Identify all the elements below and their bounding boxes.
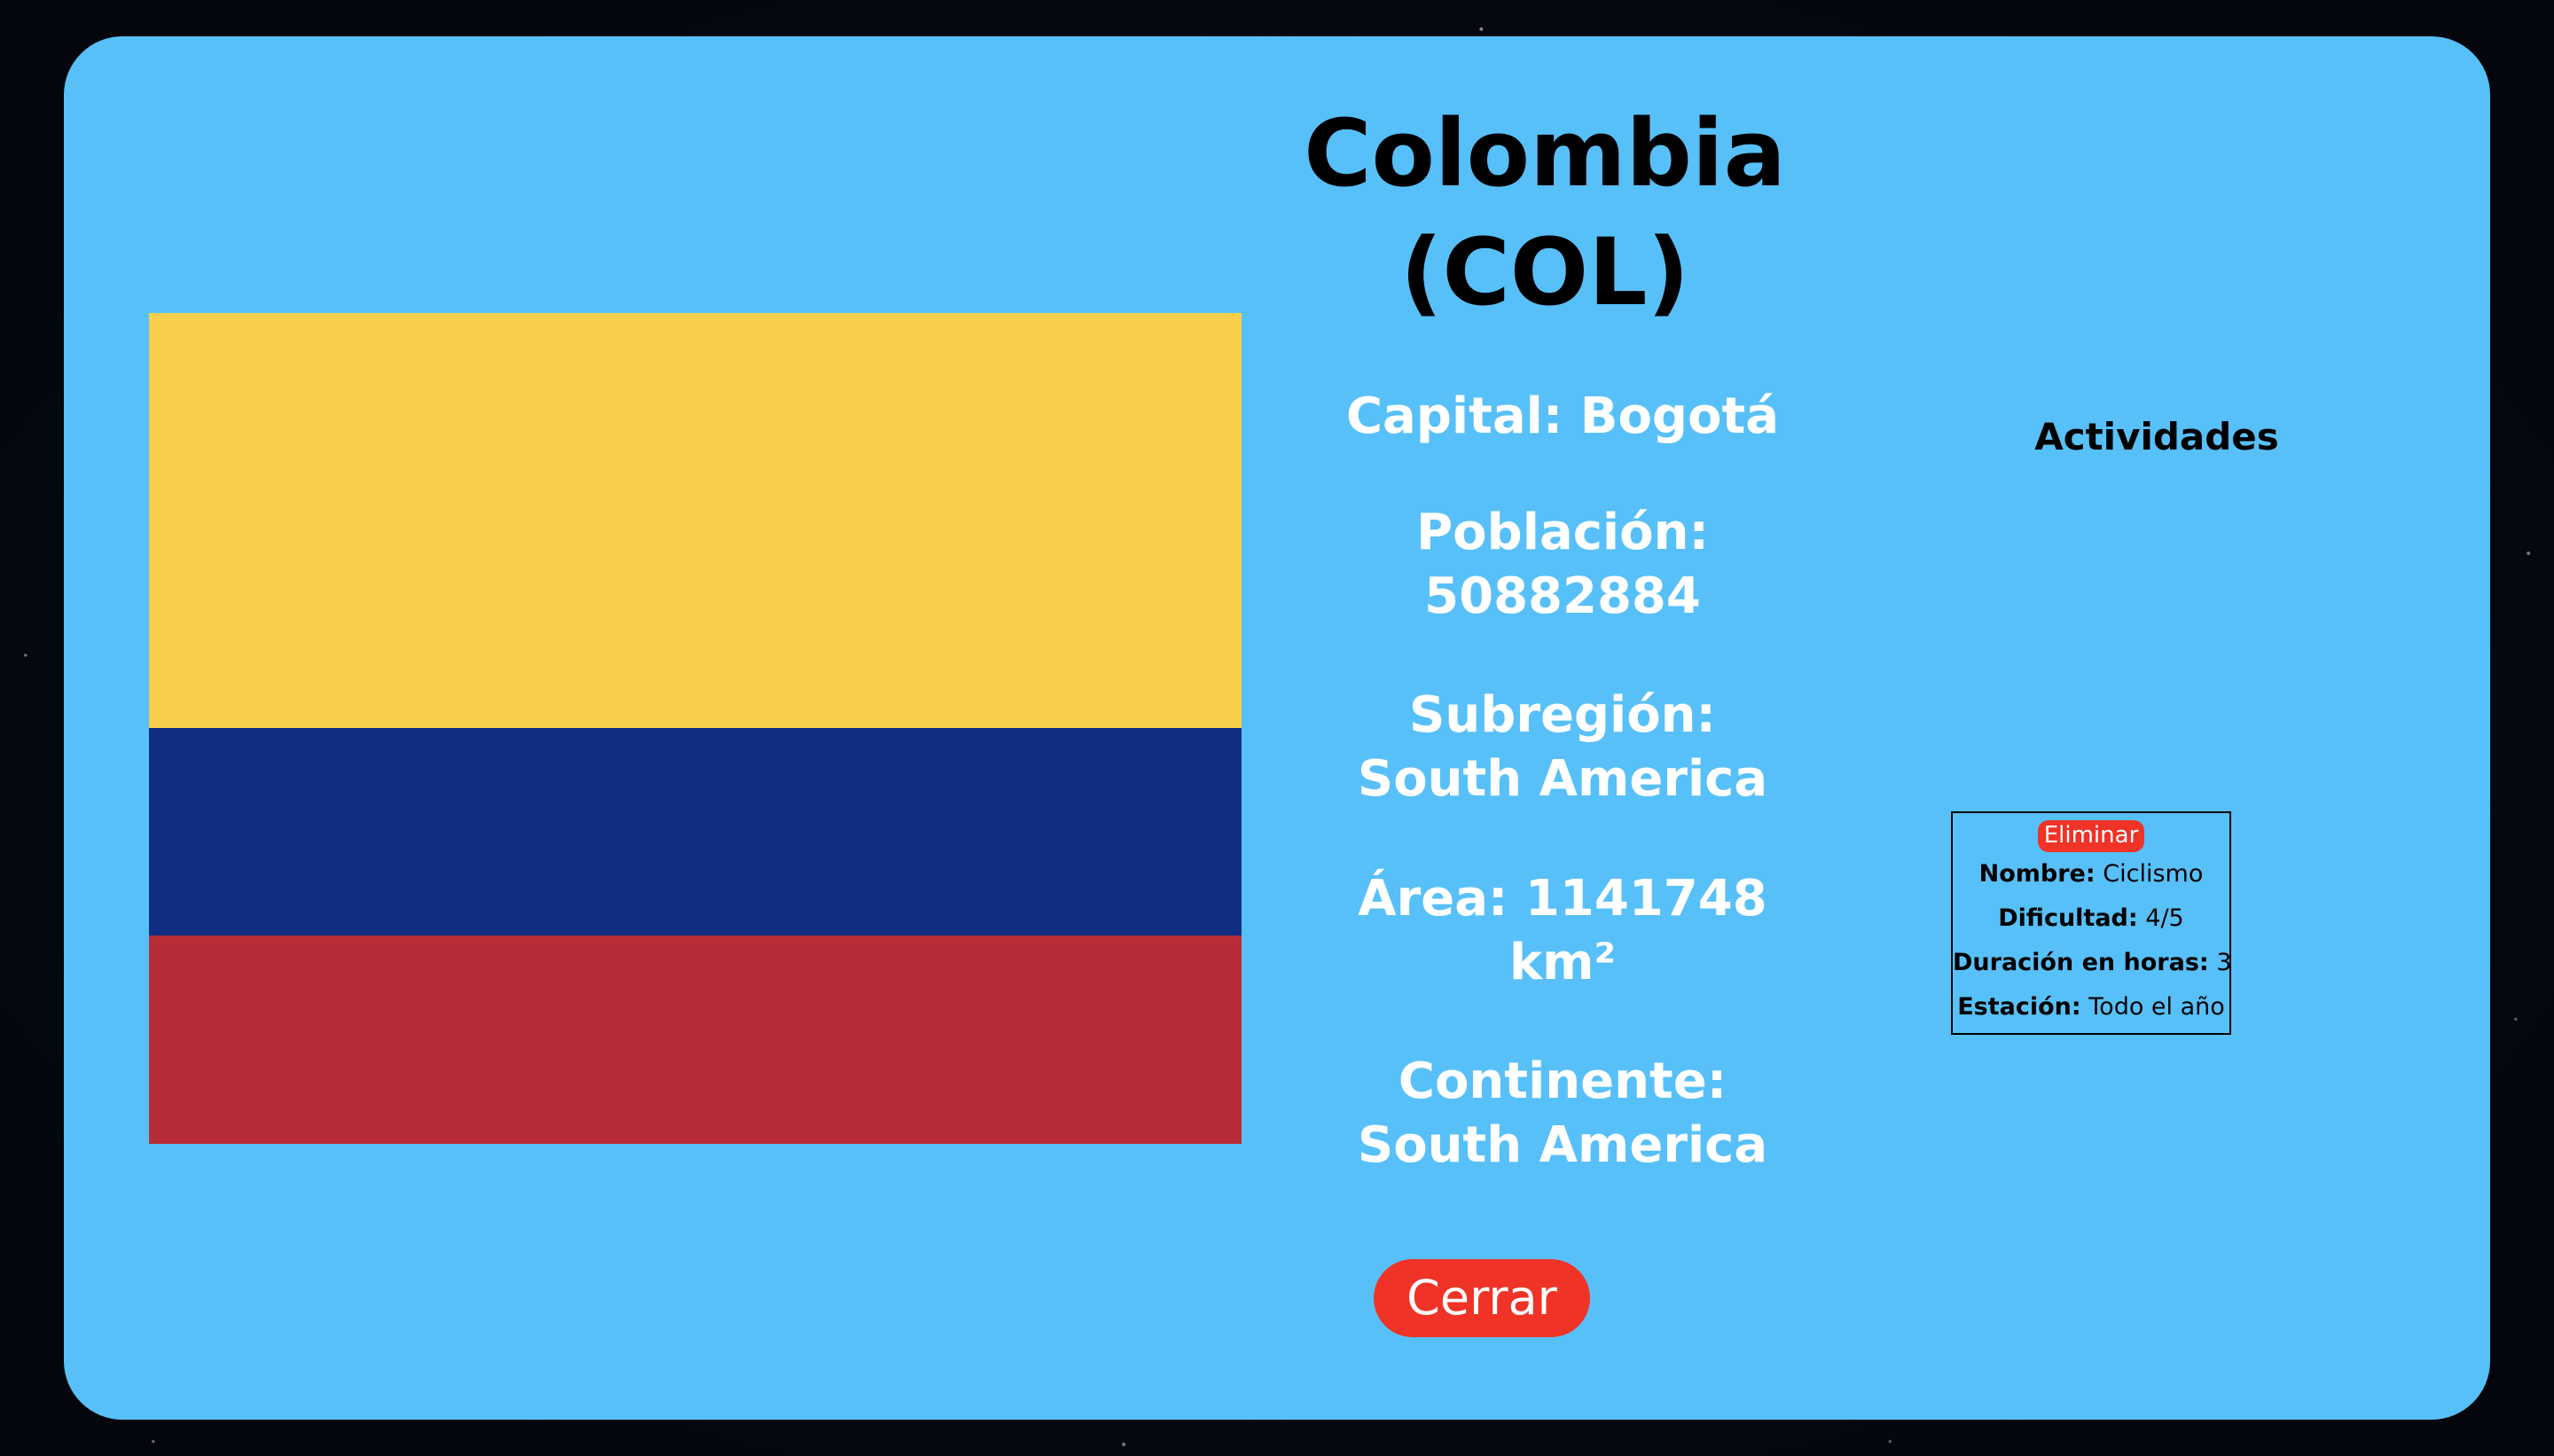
close-button[interactable]: Cerrar — [1374, 1259, 1590, 1337]
activity-name-row: Nombre: Ciclismo — [1953, 852, 2229, 896]
flag-stripe-yellow — [149, 313, 1242, 728]
population-label: Población: — [1416, 504, 1709, 561]
activity-difficulty-value: 4/5 — [2145, 904, 2184, 932]
country-name: Colombia — [1304, 99, 1786, 207]
capital-value: Bogotá — [1579, 387, 1780, 445]
activity-duration-row: Duración en horas: 3 — [1953, 941, 2232, 985]
country-detail-modal: Colombia (COL) Capital: Bogotá Población… — [64, 36, 2490, 1420]
subregion-value: South America — [1357, 750, 1768, 808]
activity-season-label: Estación: — [1957, 993, 2081, 1021]
country-title: Colombia (COL) — [1208, 94, 1882, 332]
activity-difficulty-label: Dificultad: — [1998, 904, 2138, 932]
activity-season-row: Estación: Todo el año — [1953, 985, 2229, 1029]
activity-duration-label: Duración en horas: — [1953, 949, 2209, 976]
continent-value: South America — [1357, 1116, 1768, 1174]
delete-activity-button[interactable]: Eliminar — [2037, 820, 2145, 852]
activity-difficulty-row: Dificultad: 4/5 — [1953, 896, 2229, 941]
subregion-label: Subregión: — [1409, 686, 1716, 744]
capital-info: Capital: Bogotá — [1252, 385, 1873, 449]
activity-name-label: Nombre: — [1978, 860, 2096, 888]
area-label: Área: — [1358, 870, 1508, 928]
country-flag — [149, 313, 1242, 1144]
activity-name-value: Ciclismo — [2103, 860, 2204, 888]
country-code: (COL) — [1399, 218, 1690, 326]
area-unit: km² — [1508, 934, 1617, 991]
activity-duration-value: 3 — [2216, 949, 2232, 976]
population-value: 50882884 — [1424, 568, 1701, 625]
population-info: Población: 50882884 — [1252, 501, 1873, 629]
activity-season-value: Todo el año — [2088, 993, 2225, 1021]
area-info: Área: 1141748 km² — [1252, 867, 1873, 995]
continent-info: Continente: South America — [1252, 1050, 1873, 1178]
flag-stripe-red — [149, 935, 1242, 1144]
flag-stripe-blue — [149, 728, 1242, 935]
area-value: 1141748 — [1524, 870, 1767, 928]
capital-label: Capital: — [1345, 387, 1563, 445]
continent-label: Continente: — [1398, 1053, 1727, 1110]
subregion-info: Subregión: South America — [1252, 684, 1873, 811]
activity-card: Eliminar Nombre: Ciclismo Dificultad: 4/… — [1951, 811, 2232, 1035]
activities-heading: Actividades — [2034, 415, 2279, 458]
